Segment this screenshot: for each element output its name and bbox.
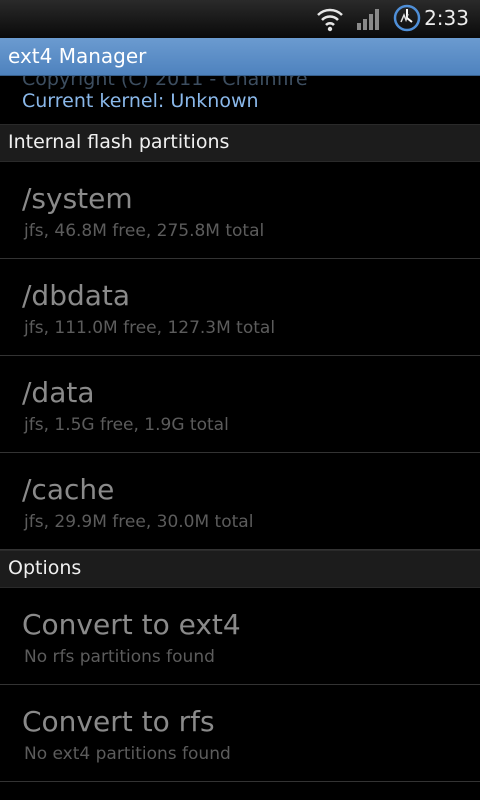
partition-name: /system [22,182,133,215]
signal-icon [357,9,379,30]
section-header-options: Options [0,550,480,588]
wifi-icon [317,8,343,32]
app-info: Copyright (C) 2011 - Chainfire Current k… [0,76,480,124]
status-bar: 2:33 [0,0,480,38]
partition-details: jfs, 29.9M free, 30.0M total [24,512,254,532]
section-header-partitions: Internal flash partitions [0,124,480,162]
partition-row-cache[interactable]: /cache jfs, 29.9M free, 30.0M total [0,453,480,550]
partition-details: jfs, 111.0M free, 127.3M total [24,318,276,338]
option-status: No rfs partitions found [24,647,215,667]
current-kernel-text: Current kernel: Unknown [22,90,259,112]
section-header-label: Options [8,557,82,579]
partition-details: jfs, 1.5G free, 1.9G total [24,415,229,435]
partition-row-dbdata[interactable]: /dbdata jfs, 111.0M free, 127.3M total [0,259,480,356]
option-convert-to-rfs[interactable]: Convert to rfs No ext4 partitions found [0,685,480,782]
partition-row-data[interactable]: /data jfs, 1.5G free, 1.9G total [0,356,480,453]
option-title: Convert to ext4 [22,608,241,641]
option-status: No ext4 partitions found [24,744,231,764]
option-convert-to-ext4[interactable]: Convert to ext4 No rfs partitions found [0,588,480,685]
partition-name: /dbdata [22,279,131,312]
partition-details: jfs, 46.8M free, 275.8M total [24,221,265,241]
section-header-label: Internal flash partitions [8,131,230,153]
option-title: Convert to rfs [22,705,215,738]
partition-name: /data [22,376,95,409]
partition-name: /cache [22,473,115,506]
status-time: 2:33 [424,6,469,30]
app-title: ext4 Manager [8,44,147,68]
partition-row-system[interactable]: /system jfs, 46.8M free, 275.8M total [0,162,480,259]
clock-sync-icon [393,4,421,32]
content-list[interactable]: Copyright (C) 2011 - Chainfire Current k… [0,76,480,800]
copyright-text: Copyright (C) 2011 - Chainfire [22,76,308,90]
app-title-bar: ext4 Manager [0,38,480,76]
